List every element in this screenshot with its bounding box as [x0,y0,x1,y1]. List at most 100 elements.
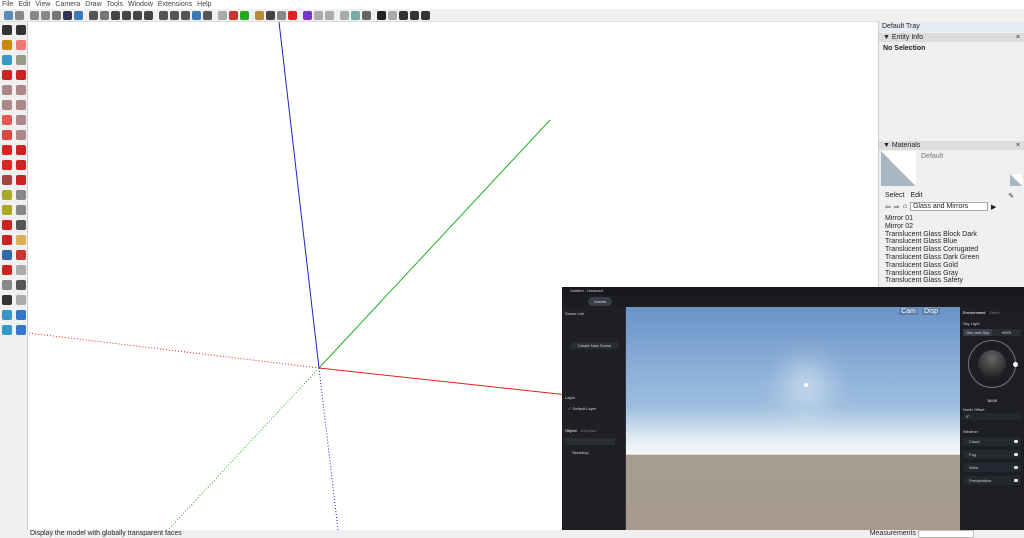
tool-icon[interactable] [2,325,12,335]
tool-icon[interactable] [16,40,26,50]
tool-icon[interactable] [2,220,12,230]
forward-icon[interactable]: ⇨ [894,203,900,211]
tool-icon[interactable] [2,70,12,80]
toolbar-tool-icon[interactable] [303,10,312,20]
measurements-input[interactable] [918,530,974,538]
toolbar-tool-icon[interactable] [255,10,264,20]
tool-icon[interactable] [16,70,26,80]
toolbar-tool-icon[interactable] [181,10,190,20]
home-icon[interactable]: ⌂ [903,203,907,210]
material-item[interactable]: Translucent Glass Gold [885,262,1018,270]
weather-wind[interactable]: Wind [963,463,1021,472]
tool-icon[interactable] [16,265,26,275]
north-offset-input[interactable]: 0° [963,413,1021,420]
tool-icon[interactable] [2,40,12,50]
toolbar-tool-icon[interactable] [377,10,386,20]
toolbar-tool-icon[interactable] [41,10,50,20]
menu-window[interactable]: Window [128,0,153,9]
tool-icon[interactable] [2,190,12,200]
tool-icon[interactable] [2,145,12,155]
tool-icon[interactable] [2,265,12,275]
toolbar-tool-icon[interactable] [111,10,120,20]
menu-help[interactable]: Help [197,0,211,9]
library-select[interactable]: Glass and Mirrors [909,202,988,211]
tool-icon[interactable] [16,175,26,185]
entity-info-header[interactable]: ▼ Entity Info × [879,33,1024,42]
tool-icon[interactable] [2,55,12,65]
toolbar-tool-icon[interactable] [144,10,153,20]
tool-icon[interactable] [2,310,12,320]
toolbar-tool-icon[interactable] [170,10,179,20]
tool-icon[interactable] [2,130,12,140]
toolbar-tool-icon[interactable] [288,10,297,20]
object-item[interactable]: Sketchup [572,450,589,455]
tool-icon[interactable] [16,190,26,200]
material-item[interactable]: Translucent Glass Block Dark [885,231,1018,239]
fog-toggle[interactable] [1014,453,1018,456]
tab-effect[interactable]: Effect [989,310,999,315]
tool-icon[interactable] [16,250,26,260]
tab-edit[interactable]: Edit [910,192,922,200]
weather-precipitation[interactable]: Precipitation [963,476,1021,485]
menu-view[interactable]: View [35,0,50,9]
materials-header[interactable]: ▼ Materials × [879,141,1024,150]
toolbar-tool-icon[interactable] [266,10,275,20]
toolbar-tool-icon[interactable] [229,10,238,20]
material-item[interactable]: Translucent Glass Blue [885,238,1018,246]
wind-toggle[interactable] [1014,466,1018,469]
tool-icon[interactable] [16,55,26,65]
tool-icon[interactable] [16,160,26,170]
material-item[interactable]: Mirror 02 [885,223,1018,231]
eyedropper-icon[interactable]: ✎ [1008,192,1014,200]
tool-icon[interactable] [2,205,12,215]
menu-edit[interactable]: Edit [18,0,30,9]
material-item[interactable]: Translucent Glass Corrugated [885,246,1018,254]
toolbar-tool-icon[interactable] [240,10,249,20]
toolbar-tool-icon[interactable] [218,10,227,20]
camera-button[interactable]: Cam [899,308,918,315]
toolbar-tool-icon[interactable] [192,10,201,20]
weather-cloud[interactable]: Cloud [963,437,1021,446]
details-icon[interactable]: ▶ [991,203,996,211]
toolbar-tool-icon[interactable] [63,10,72,20]
hdri-button[interactable]: HDRI [992,329,1021,336]
toolbar-tool-icon[interactable] [4,10,13,20]
close-icon[interactable]: × [1016,141,1020,150]
tool-icon[interactable] [16,325,26,335]
tool-icon[interactable] [16,85,26,95]
tool-icon[interactable] [16,295,26,305]
toolbar-tool-icon[interactable] [52,10,61,20]
toolbar-tool-icon[interactable] [314,10,323,20]
assets-button[interactable]: Assets [588,297,613,306]
material-item[interactable]: Translucent Glass Dark Green [885,254,1018,262]
tool-icon[interactable] [2,175,12,185]
tool-icon[interactable] [2,25,12,35]
render-viewport[interactable]: Cam Disp [626,307,960,530]
toolbar-tool-icon[interactable] [30,10,39,20]
display-button[interactable]: Disp [921,308,940,315]
tab-select[interactable]: Select [885,192,904,200]
tool-icon[interactable] [2,100,12,110]
weather-fog[interactable]: Fog [963,450,1021,459]
tool-icon[interactable] [16,310,26,320]
tool-icon[interactable] [2,280,12,290]
object-search-input[interactable] [565,438,615,445]
geo-sky-button[interactable]: Geo and Sky [963,329,992,336]
toolbar-tool-icon[interactable] [74,10,83,20]
menu-tools[interactable]: Tools [107,0,123,9]
back-icon[interactable]: ⇦ [885,203,891,211]
tab-environment[interactable]: Environment [963,310,985,315]
material-item[interactable]: Translucent Glass Gray [885,270,1018,278]
material-item[interactable]: Translucent Glass Safety [885,277,1018,285]
tool-icon[interactable] [16,145,26,155]
default-layer-item[interactable]: ✓ Default Layer [568,406,596,411]
toolbar-tool-icon[interactable] [362,10,371,20]
tool-icon[interactable] [16,280,26,290]
toolbar-tool-icon[interactable] [421,10,430,20]
default-material-swatch[interactable] [1010,174,1022,186]
tool-icon[interactable] [2,115,12,125]
tool-icon[interactable] [2,295,12,305]
toolbar-tool-icon[interactable] [15,10,24,20]
toolbar-tool-icon[interactable] [203,10,212,20]
tool-icon[interactable] [16,130,26,140]
